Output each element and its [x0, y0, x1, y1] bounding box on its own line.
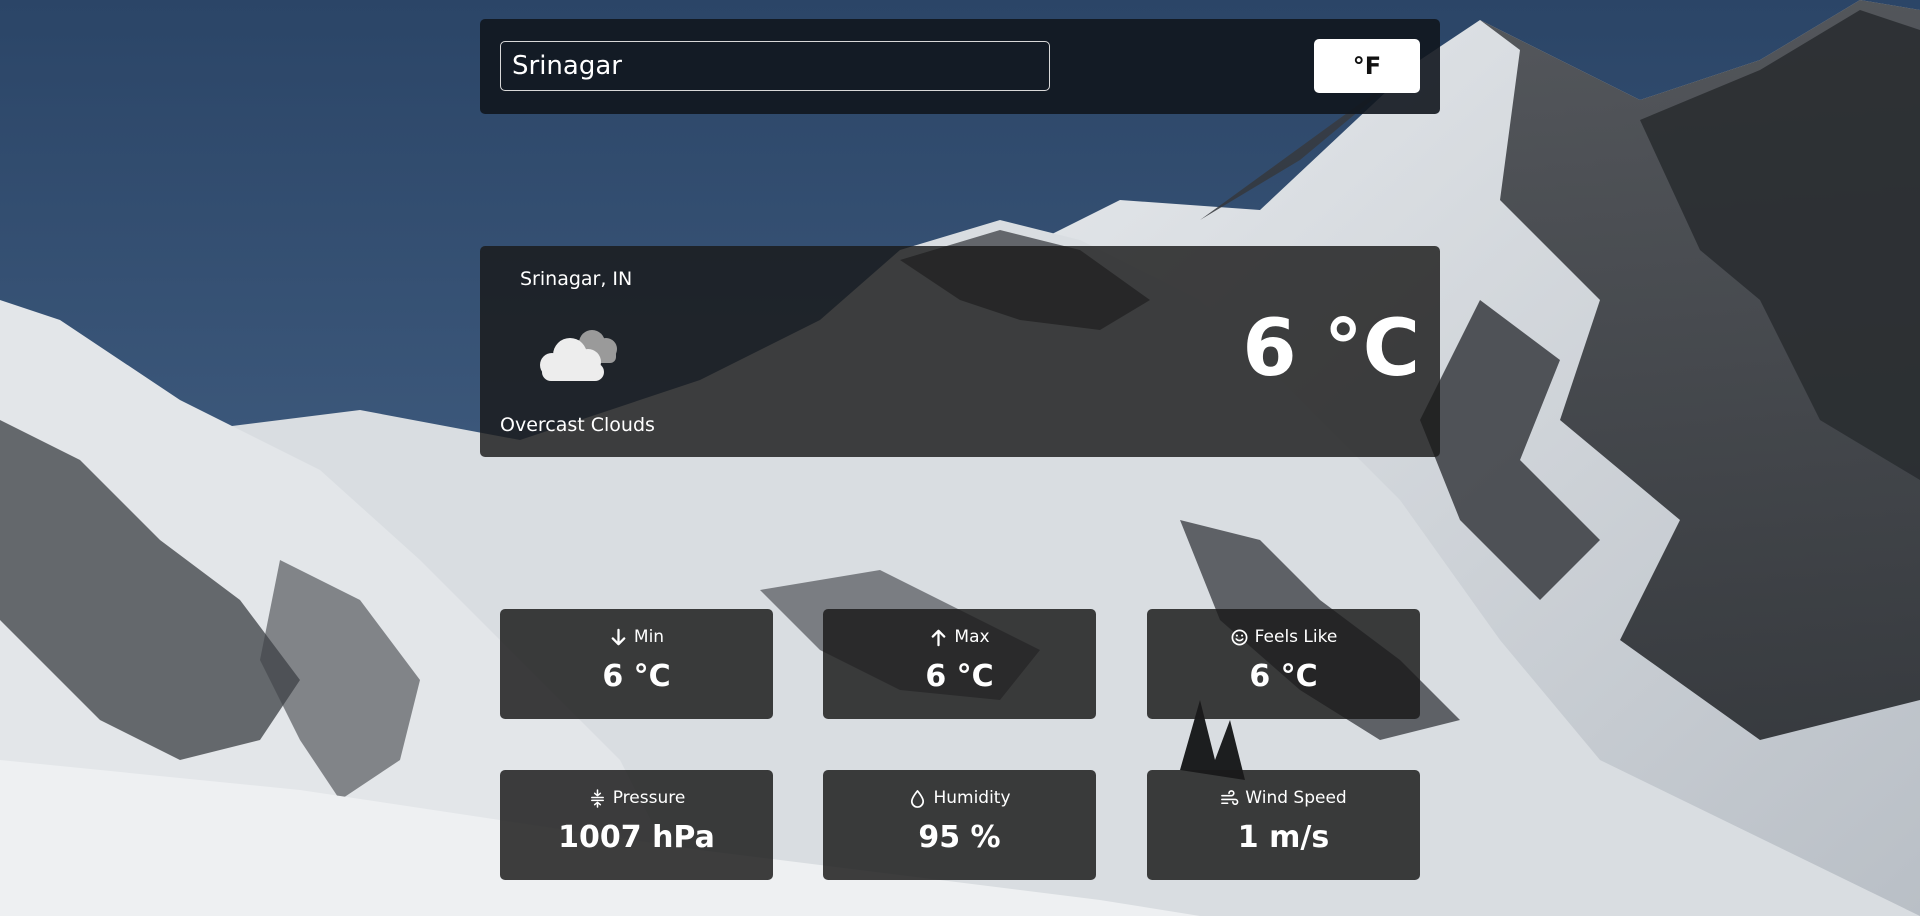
stat-value: 95 % — [918, 820, 1001, 855]
wind-icon — [1220, 789, 1239, 808]
stat-value: 6 °C — [1249, 659, 1318, 694]
stat-label: Wind Speed — [1245, 788, 1347, 808]
droplet-icon — [908, 789, 927, 808]
stat-value: 1007 hPa — [558, 820, 715, 855]
weather-condition: Overcast Clouds — [500, 414, 655, 436]
stat-label: Feels Like — [1254, 627, 1338, 647]
current-weather-card: Srinagar, IN Overcast Clouds 6 °C — [480, 246, 1440, 457]
min-temp-card: Min 6 °C — [500, 609, 773, 719]
feels-like-card: Feels Like 6 °C — [1147, 609, 1420, 719]
pressure-icon — [588, 788, 607, 808]
arrow-down-icon — [609, 628, 628, 647]
max-temp-card: Max 6 °C — [823, 609, 1096, 719]
stat-value: 6 °C — [925, 659, 994, 694]
arrow-up-icon — [929, 628, 948, 647]
smile-icon — [1230, 628, 1249, 647]
stat-label: Humidity — [933, 788, 1011, 808]
stat-label: Max — [954, 627, 990, 647]
stat-label: Min — [633, 627, 665, 647]
overcast-clouds-icon — [530, 321, 625, 386]
current-temperature: 6 °C — [1242, 304, 1420, 394]
stat-value: 1 m/s — [1237, 820, 1330, 855]
stat-value: 6 °C — [602, 659, 671, 694]
wind-speed-card: Wind Speed 1 m/s — [1147, 770, 1420, 880]
location-label: Srinagar, IN — [520, 268, 633, 290]
humidity-card: Humidity 95 % — [823, 770, 1096, 880]
unit-toggle-button[interactable]: °F — [1314, 39, 1420, 93]
search-bar: °F — [480, 19, 1440, 114]
stat-label: Pressure — [612, 788, 686, 808]
city-search-input[interactable] — [500, 41, 1050, 91]
pressure-card: Pressure 1007 hPa — [500, 770, 773, 880]
